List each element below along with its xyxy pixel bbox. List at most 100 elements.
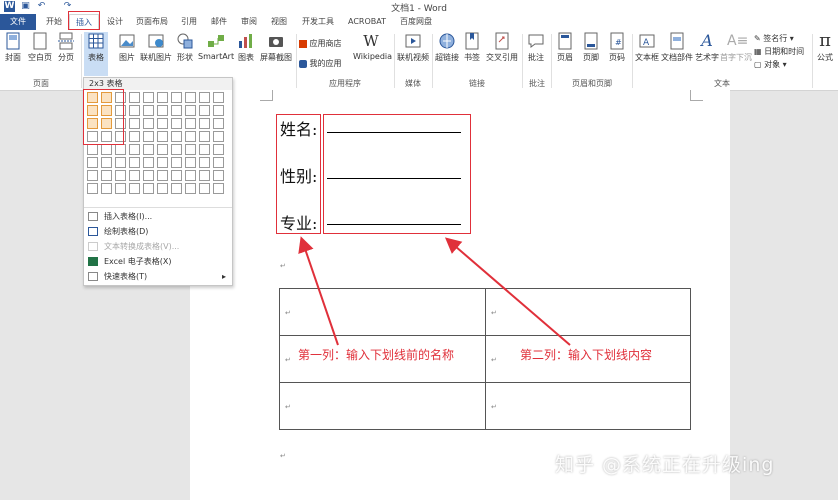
- store-button[interactable]: 应用商店: [299, 38, 359, 50]
- grid-cell[interactable]: [185, 170, 196, 181]
- grid-cell[interactable]: [129, 170, 140, 181]
- grid-cell[interactable]: [87, 144, 98, 155]
- grid-cell[interactable]: [157, 118, 168, 129]
- grid-cell[interactable]: [185, 92, 196, 103]
- tab-acrobat[interactable]: ACROBAT: [344, 14, 390, 30]
- text-box-button[interactable]: A 文本框: [634, 32, 660, 76]
- grid-cell[interactable]: [213, 170, 224, 181]
- grid-cell[interactable]: [185, 131, 196, 142]
- grid-cell[interactable]: [171, 144, 182, 155]
- grid-cell[interactable]: [213, 131, 224, 142]
- grid-cell[interactable]: [129, 92, 140, 103]
- grid-cell[interactable]: [171, 170, 182, 181]
- tab-layout[interactable]: 页面布局: [132, 14, 172, 30]
- grid-cell[interactable]: [213, 183, 224, 194]
- grid-cell[interactable]: [143, 170, 154, 181]
- grid-cell[interactable]: [157, 157, 168, 168]
- grid-cell[interactable]: [199, 170, 210, 181]
- grid-cell[interactable]: [143, 144, 154, 155]
- tab-view[interactable]: 视图: [266, 14, 292, 30]
- grid-cell[interactable]: [143, 183, 154, 194]
- grid-cell[interactable]: [157, 131, 168, 142]
- grid-cell[interactable]: [199, 92, 210, 103]
- grid-cell[interactable]: [213, 92, 224, 103]
- tab-references[interactable]: 引用: [176, 14, 202, 30]
- shapes-button[interactable]: 形状: [174, 32, 196, 76]
- grid-cell[interactable]: [157, 170, 168, 181]
- blank-page-button[interactable]: 空白页: [26, 32, 54, 76]
- drop-cap-button[interactable]: A≡ 首字下沉: [720, 32, 752, 76]
- insert-table-item[interactable]: 插入表格(I)...: [88, 209, 228, 224]
- cross-reference-button[interactable]: 交叉引用: [484, 32, 520, 76]
- quick-tables-item[interactable]: 快速表格(T) ▸: [88, 269, 228, 284]
- table-button[interactable]: 表格: [84, 32, 108, 76]
- online-pictures-button[interactable]: 联机图片: [140, 32, 172, 76]
- grid-cell[interactable]: [213, 105, 224, 116]
- grid-cell[interactable]: [115, 144, 126, 155]
- grid-cell[interactable]: [185, 118, 196, 129]
- grid-cell[interactable]: [171, 118, 182, 129]
- grid-cell[interactable]: [185, 157, 196, 168]
- grid-cell[interactable]: [87, 183, 98, 194]
- grid-cell[interactable]: [129, 131, 140, 142]
- grid-cell[interactable]: [199, 183, 210, 194]
- grid-cell[interactable]: [115, 183, 126, 194]
- signature-line-button[interactable]: ✎ 签名行 ▾: [754, 33, 810, 44]
- grid-cell[interactable]: [101, 183, 112, 194]
- grid-cell[interactable]: [129, 105, 140, 116]
- date-time-button[interactable]: ▦ 日期和时间: [754, 46, 814, 57]
- grid-cell[interactable]: [171, 157, 182, 168]
- tab-mailings[interactable]: 邮件: [206, 14, 232, 30]
- grid-cell[interactable]: [199, 118, 210, 129]
- grid-cell[interactable]: [199, 144, 210, 155]
- footer-button[interactable]: 页脚: [580, 32, 602, 76]
- picture-button[interactable]: 图片: [116, 32, 138, 76]
- grid-cell[interactable]: [129, 144, 140, 155]
- quick-parts-button[interactable]: 文档部件: [661, 32, 693, 76]
- online-video-button[interactable]: 联机视频: [396, 32, 430, 76]
- object-button[interactable]: ▢ 对象 ▾: [754, 59, 810, 70]
- grid-cell[interactable]: [171, 105, 182, 116]
- wordart-button[interactable]: A 艺术字: [694, 32, 720, 76]
- grid-cell[interactable]: [185, 183, 196, 194]
- tab-design[interactable]: 设计: [101, 14, 129, 30]
- grid-cell[interactable]: [199, 105, 210, 116]
- smartart-button[interactable]: SmartArt: [198, 32, 234, 76]
- screenshot-button[interactable]: 屏幕截图: [258, 32, 294, 76]
- grid-cell[interactable]: [143, 105, 154, 116]
- wikipedia-button[interactable]: W Wikipedia: [353, 32, 392, 76]
- grid-cell[interactable]: [101, 157, 112, 168]
- grid-cell[interactable]: [129, 157, 140, 168]
- grid-cell[interactable]: [185, 144, 196, 155]
- grid-cell[interactable]: [143, 131, 154, 142]
- grid-cell[interactable]: [129, 183, 140, 194]
- grid-cell[interactable]: [157, 92, 168, 103]
- grid-cell[interactable]: [199, 131, 210, 142]
- header-button[interactable]: 页眉: [554, 32, 576, 76]
- grid-cell[interactable]: [171, 183, 182, 194]
- grid-cell[interactable]: [185, 105, 196, 116]
- cover-button[interactable]: 封面: [2, 32, 24, 76]
- grid-cell[interactable]: [87, 170, 98, 181]
- chart-button[interactable]: 图表: [236, 32, 256, 76]
- grid-cell[interactable]: [115, 170, 126, 181]
- grid-cell[interactable]: [171, 92, 182, 103]
- draw-table-item[interactable]: 绘制表格(D): [88, 224, 228, 239]
- page-break-button[interactable]: 分页: [55, 32, 77, 76]
- my-apps-button[interactable]: 我的应用: [299, 58, 359, 70]
- grid-cell[interactable]: [143, 118, 154, 129]
- page-number-button[interactable]: # 页码: [606, 32, 628, 76]
- grid-cell[interactable]: [171, 131, 182, 142]
- document-page[interactable]: 姓名: 性别: 专业: ↵ ↵ ↵ ↵ ↵ ↵ ↵ 第一列：输入下划线前的名称 …: [190, 90, 730, 500]
- tab-developer[interactable]: 开发工具: [298, 14, 338, 30]
- tab-baidu[interactable]: 百度网盘: [396, 14, 436, 30]
- bookmark-button[interactable]: 书签: [462, 32, 482, 76]
- grid-cell[interactable]: [143, 157, 154, 168]
- grid-cell[interactable]: [157, 105, 168, 116]
- grid-cell[interactable]: [157, 183, 168, 194]
- hyperlink-button[interactable]: 超链接: [434, 32, 460, 76]
- excel-spreadsheet-item[interactable]: Excel 电子表格(X): [88, 254, 228, 269]
- grid-cell[interactable]: [143, 92, 154, 103]
- tab-file[interactable]: 文件: [0, 14, 36, 30]
- grid-cell[interactable]: [101, 170, 112, 181]
